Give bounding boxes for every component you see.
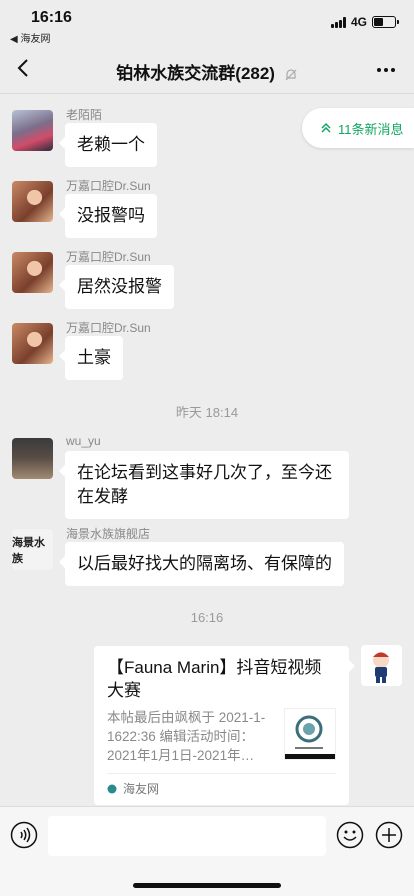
voice-icon[interactable]	[10, 821, 38, 849]
chat-message-list[interactable]: 老陌陌 老赖一个 11条新消息 万嘉口腔Dr.Sun 没报警吗 万嘉口腔Dr.S…	[0, 95, 414, 806]
back-to-app-link[interactable]: ◀ 海友网	[10, 30, 50, 45]
card-description: 本帖最后由飒枫于 2021-1-1622:36 编辑活动时间：2021年1月1日…	[107, 710, 266, 763]
source-app-icon	[107, 784, 117, 793]
sender-name: 海景水族旗舰店	[66, 527, 151, 541]
avatar[interactable]	[12, 323, 53, 364]
card-title-line: 【Fauna Marin】抖音短视频	[107, 658, 322, 677]
status-bar: 16:16 ◀ 海友网 4G	[0, 0, 414, 46]
sender-name: 万嘉口腔Dr.Sun	[66, 321, 151, 335]
chat-title: 铂林水族交流群(282)	[0, 59, 414, 84]
battery-fill	[374, 18, 383, 26]
mute-bell-icon	[285, 68, 297, 80]
cartoon-character-icon	[373, 652, 389, 683]
timestamp-separator: 昨天 18:14	[175, 405, 239, 420]
network-type: 4G	[350, 15, 367, 29]
signal-icon	[330, 16, 346, 28]
plus-icon[interactable]	[375, 821, 403, 849]
my-avatar[interactable]	[361, 645, 402, 686]
double-chevron-up-icon	[321, 122, 331, 133]
card-source: 海友网	[107, 773, 336, 797]
message-bubble[interactable]: 在论坛看到这事好几次了，至今还 在发酵	[59, 451, 349, 519]
chat-header: 铂林水族交流群(282)	[0, 46, 414, 94]
sender-name: 万嘉口腔Dr.Sun	[66, 250, 151, 264]
card-source-label: 海友网	[123, 782, 160, 796]
message-input[interactable]	[48, 816, 326, 856]
status-indicators: 4G	[330, 15, 399, 29]
sender-name: 老陌陌	[66, 108, 103, 122]
emoji-icon[interactable]	[336, 821, 364, 849]
home-indicator	[133, 883, 281, 888]
new-messages-button[interactable]: 11条新消息	[302, 108, 414, 148]
card-title-line: 大赛	[107, 681, 141, 700]
message-text-line: 在论坛看到这事好几次了，至今还	[77, 463, 332, 482]
qr-logo-icon	[285, 715, 335, 759]
more-options-icon[interactable]	[374, 58, 398, 82]
shop-avatar-logo-text: 海景水族	[12, 535, 45, 565]
message-bubble[interactable]: 老赖一个	[59, 123, 157, 167]
message-bubble[interactable]: 居然没报警	[59, 265, 174, 309]
shared-link-card[interactable]: 【Fauna Marin】抖音短视频 大赛 本帖最后由飒枫于 2021-1-16…	[94, 646, 355, 805]
status-time: 16:16	[31, 9, 72, 26]
shop-avatar[interactable]: 海景水族	[12, 529, 53, 570]
avatar[interactable]	[12, 110, 53, 151]
message-bubble[interactable]: 没报警吗	[59, 194, 157, 238]
avatar[interactable]	[12, 252, 53, 293]
card-thumbnail	[284, 708, 336, 760]
message-bubble[interactable]: 土豪	[59, 336, 123, 380]
sender-name: wu_yu	[66, 434, 101, 448]
sender-name: 万嘉口腔Dr.Sun	[66, 179, 151, 193]
avatar[interactable]	[12, 181, 53, 222]
message-bubble[interactable]: 以后最好找大的隔离场、有保障的	[59, 542, 344, 586]
new-messages-label: 11条新消息	[338, 121, 404, 137]
group-name: 铂林水族交流群(282)	[116, 64, 275, 83]
timestamp-separator: 16:16	[190, 610, 224, 625]
input-bar	[0, 806, 414, 896]
avatar[interactable]	[12, 438, 53, 479]
message-text-line: 在发酵	[77, 487, 128, 506]
battery-icon	[372, 16, 399, 28]
